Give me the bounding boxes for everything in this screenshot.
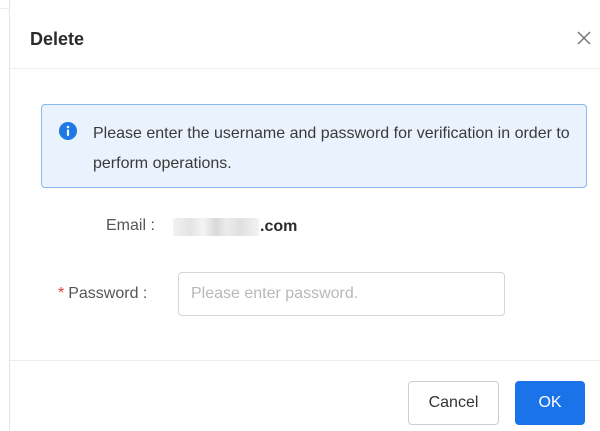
delete-dialog: Delete Please enter the username and pas… bbox=[9, 0, 600, 431]
close-icon bbox=[577, 31, 591, 45]
required-mark: * bbox=[58, 285, 65, 302]
cancel-button[interactable]: Cancel bbox=[408, 381, 499, 425]
email-value: .com bbox=[173, 215, 297, 239]
info-icon bbox=[59, 122, 77, 140]
dialog-title: Delete bbox=[30, 29, 85, 49]
password-label: * Password : bbox=[58, 285, 147, 303]
ok-button[interactable]: OK bbox=[515, 381, 585, 425]
dialog-footer: Cancel OK bbox=[10, 360, 600, 431]
dialog-header: Delete bbox=[10, 9, 600, 69]
verification-notice: Please enter the username and password f… bbox=[41, 104, 587, 188]
password-row: * Password : bbox=[10, 272, 600, 316]
email-row: Email : .com bbox=[10, 215, 600, 239]
password-label-text: Password : bbox=[68, 285, 148, 302]
password-input[interactable] bbox=[178, 272, 505, 316]
email-label: Email : bbox=[106, 217, 155, 234]
email-domain: .com bbox=[260, 218, 298, 235]
close-button[interactable] bbox=[571, 25, 597, 51]
redacted-email-mask bbox=[173, 218, 259, 236]
notice-text: Please enter the username and password f… bbox=[93, 125, 570, 172]
